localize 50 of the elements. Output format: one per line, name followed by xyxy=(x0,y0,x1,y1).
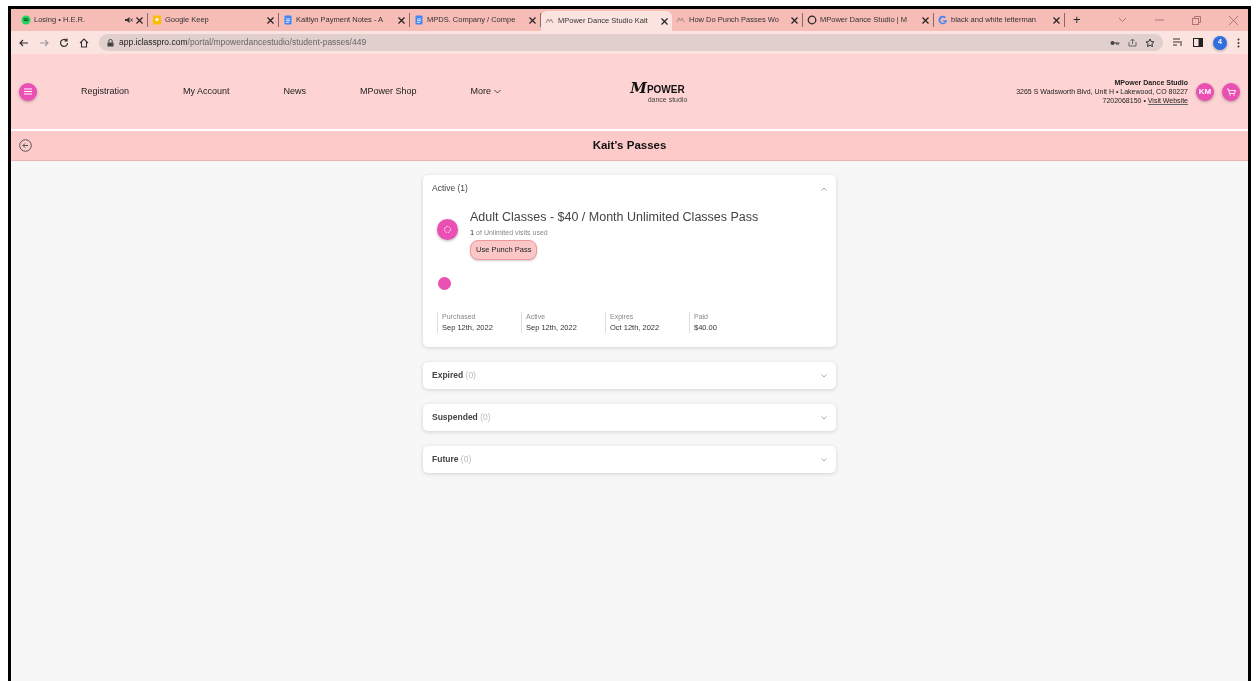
new-tab-button[interactable]: + xyxy=(1065,10,1089,30)
section-title[interactable]: Future (0) xyxy=(432,453,472,467)
close-icon[interactable] xyxy=(136,16,143,24)
share-icon[interactable] xyxy=(1128,38,1137,47)
close-icon[interactable] xyxy=(922,16,929,24)
home-icon[interactable] xyxy=(79,37,89,48)
nav-link[interactable]: News xyxy=(283,84,307,99)
url-text: app.iclasspro.com/portal/mpowerdancestudio/student-passes/449 xyxy=(119,36,367,49)
close-icon[interactable] xyxy=(398,16,405,24)
section-title[interactable]: Suspended (0) xyxy=(432,411,491,425)
chevron-icon xyxy=(493,88,501,94)
pass-name: Adult Classes - $40 / Month Unlimited Classes Pass xyxy=(470,209,759,226)
close-icon[interactable] xyxy=(791,16,798,24)
key-icon[interactable] xyxy=(1110,38,1120,47)
lock-icon xyxy=(107,38,114,47)
nav-link[interactable]: More xyxy=(470,84,501,99)
page-title: Kait’s Passes xyxy=(592,138,667,151)
close-icon[interactable] xyxy=(529,16,536,24)
close-icon[interactable] xyxy=(1053,16,1060,24)
badge-icon xyxy=(438,276,451,290)
nav-link[interactable]: Registration xyxy=(81,84,130,99)
back-icon[interactable] xyxy=(19,37,29,48)
document-icon xyxy=(283,15,293,25)
close-icon[interactable] xyxy=(661,17,668,25)
playlist-icon[interactable] xyxy=(1173,38,1183,47)
logo: MPOWER xyxy=(630,80,685,96)
menu-button[interactable] xyxy=(19,82,37,101)
section-title[interactable]: Active (1) xyxy=(432,182,468,195)
ring-icon xyxy=(807,15,817,25)
back-icon[interactable] xyxy=(19,139,32,152)
site-icon xyxy=(545,16,555,26)
address-bar[interactable]: app.iclasspro.com/portal/mpowerdancestudio/student-passes/449 xyxy=(99,34,1163,51)
pass-icon xyxy=(437,219,458,240)
menu-icon[interactable] xyxy=(1237,37,1240,48)
muted-icon[interactable] xyxy=(125,16,133,24)
star-icon[interactable] xyxy=(1145,37,1155,48)
cart-icon xyxy=(1226,87,1236,96)
side-panel-icon[interactable] xyxy=(1193,38,1203,47)
site-icon xyxy=(676,15,686,25)
nav-link[interactable]: MPower Shop xyxy=(360,84,417,99)
music-icon xyxy=(21,15,31,25)
menu-icon xyxy=(24,88,32,95)
cart-button[interactable] xyxy=(1222,82,1240,101)
reload-icon[interactable] xyxy=(59,37,69,48)
google-icon xyxy=(938,15,948,25)
close-icon[interactable] xyxy=(267,16,274,24)
note-icon xyxy=(152,15,162,25)
nav-link[interactable]: My Account xyxy=(183,84,230,99)
document-icon xyxy=(414,15,424,25)
section-title[interactable]: Expired (0) xyxy=(432,369,476,383)
